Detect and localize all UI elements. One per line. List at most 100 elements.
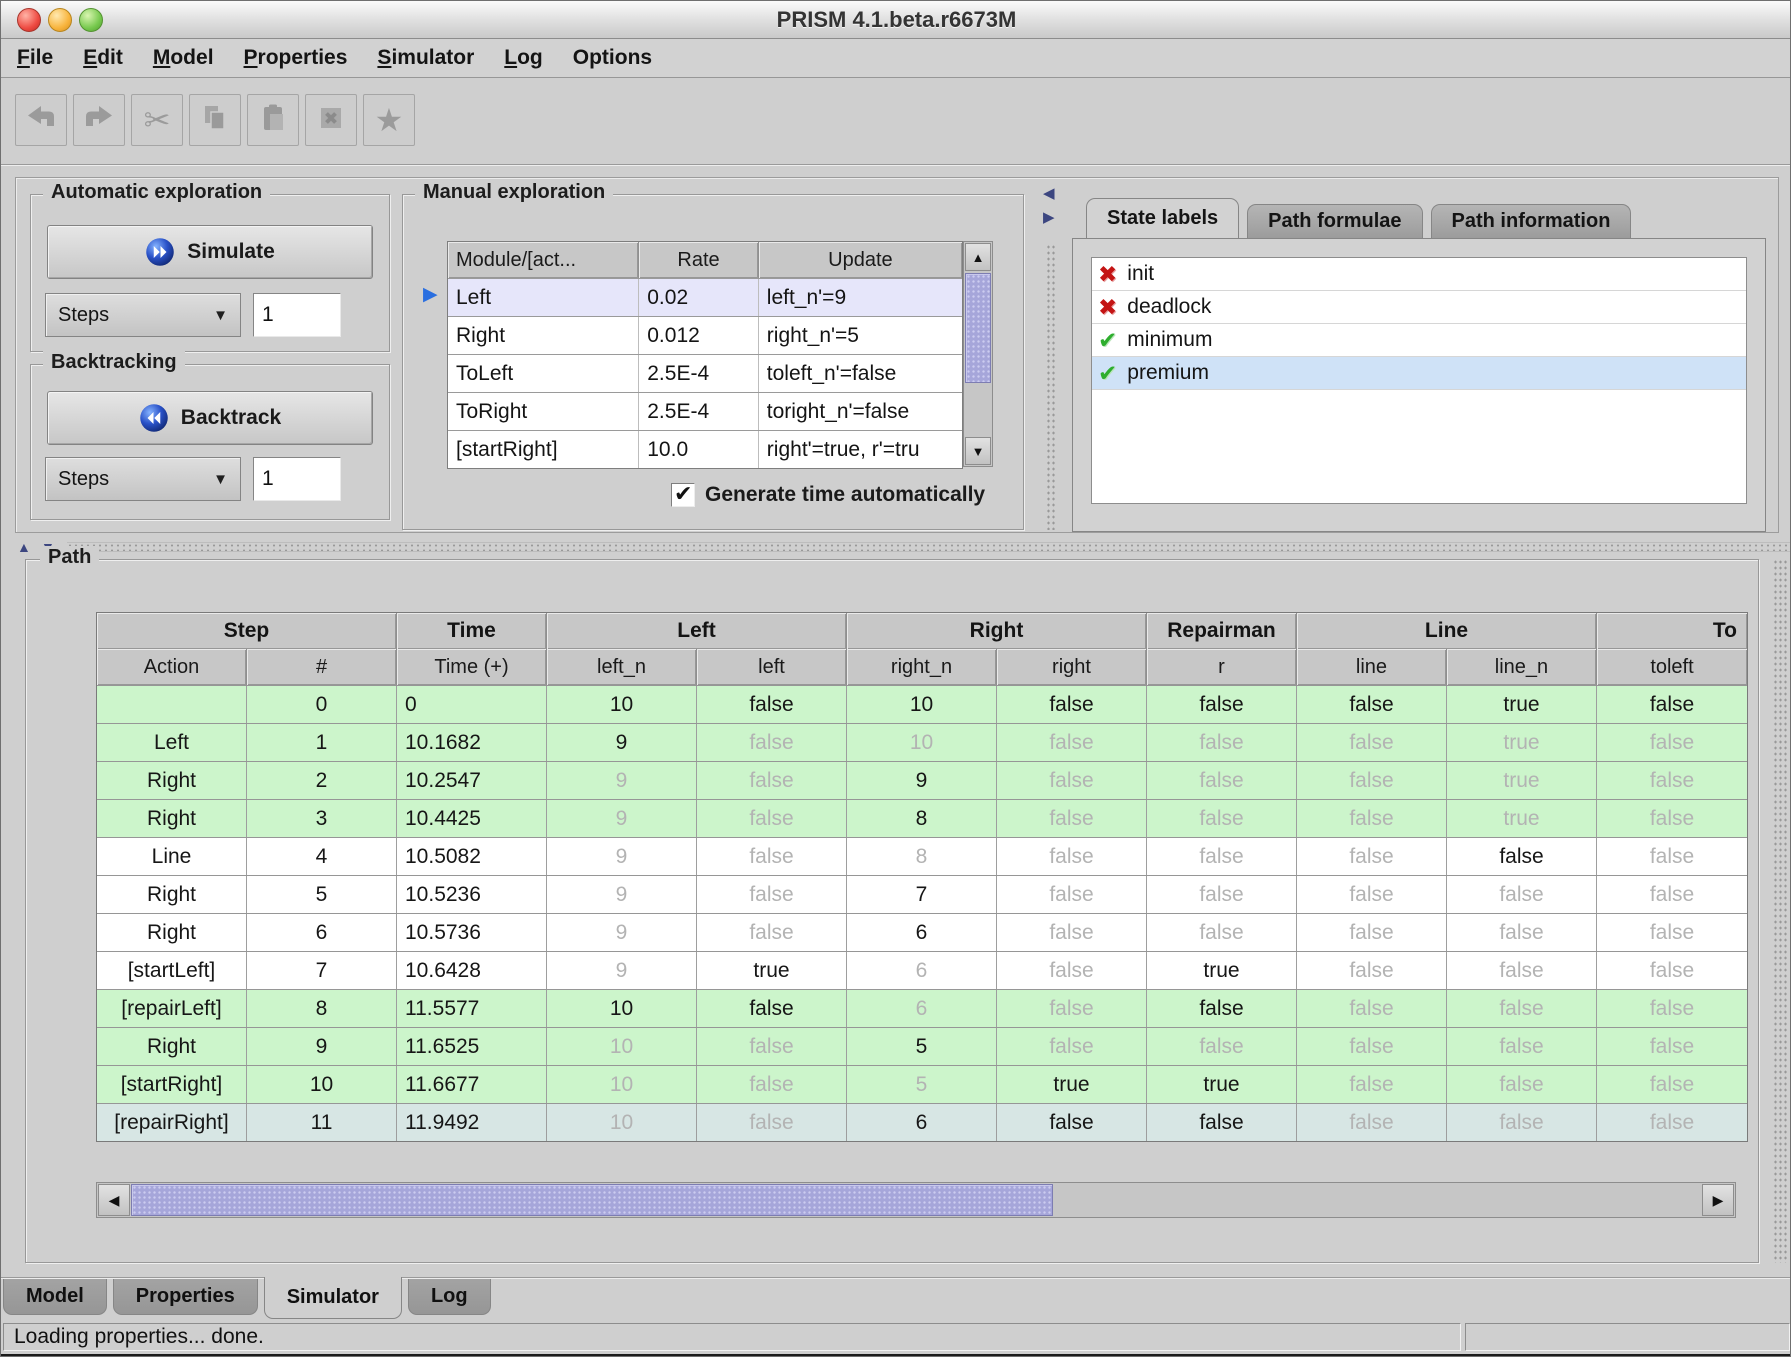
path-cell: false — [1297, 686, 1447, 723]
tab-state-labels[interactable]: State labels — [1086, 198, 1239, 238]
tab-simulator[interactable]: Simulator — [264, 1277, 402, 1319]
menu-item-properties[interactable]: Properties — [244, 46, 348, 70]
path-cell: false — [1447, 1066, 1597, 1103]
simulate-steps-select[interactable]: Steps ▼ — [45, 293, 241, 337]
path-row[interactable]: [startLeft]710.64289true6falsetruefalsef… — [97, 951, 1747, 989]
path-cell: false — [697, 1028, 847, 1065]
state-label-row[interactable]: ✔premium — [1092, 357, 1746, 390]
simulate-steps-input[interactable] — [253, 293, 341, 337]
generate-time-checkbox[interactable] — [671, 483, 695, 507]
menu-item-edit[interactable]: Edit — [83, 46, 123, 70]
path-cell: 7 — [847, 876, 997, 913]
path-horizontal-scrollbar[interactable]: ◀ ▶ — [96, 1182, 1736, 1218]
state-label-name: premium — [1127, 361, 1209, 385]
backtrack-steps-input[interactable] — [253, 457, 341, 501]
collapse-right-icon[interactable]: ▶ — [1043, 208, 1055, 226]
path-cell: 10 — [547, 1028, 697, 1065]
state-label-row[interactable]: ✔minimum — [1092, 324, 1746, 357]
state-label-row[interactable]: ✖init — [1092, 258, 1746, 291]
close-window-button[interactable] — [17, 8, 41, 32]
status-secondary-cell — [1465, 1323, 1790, 1351]
menu-item-options[interactable]: Options — [573, 46, 652, 70]
scroll-left-button[interactable]: ◀ — [98, 1184, 130, 1216]
simulate-button[interactable]: Simulate — [47, 225, 373, 279]
path-group-header: Repairman — [1147, 613, 1297, 649]
path-cell: false — [1297, 1028, 1447, 1065]
path-group-header: Line — [1297, 613, 1597, 649]
path-row[interactable]: Right911.652510false5falsefalsefalsefals… — [97, 1027, 1747, 1065]
tab-path-information[interactable]: Path information — [1431, 204, 1632, 238]
tab-log[interactable]: Log — [408, 1279, 491, 1315]
cut-scissors-icon: ✂ — [144, 104, 171, 136]
path-cell: true — [1147, 1066, 1297, 1103]
menu-item-log[interactable]: Log — [504, 46, 542, 70]
minimize-window-button[interactable] — [48, 8, 72, 32]
copy-pages-button[interactable] — [189, 94, 241, 146]
path-row[interactable]: Right310.44259false8falsefalsefalsetruef… — [97, 799, 1747, 837]
path-cell: false — [1297, 1066, 1447, 1103]
collapse-up-icon[interactable]: ▲ — [17, 539, 31, 555]
path-cell: Right — [97, 914, 247, 951]
scroll-down-button[interactable]: ▼ — [965, 437, 991, 465]
path-row[interactable]: [repairRight]1111.949210false6falsefalse… — [97, 1103, 1747, 1141]
path-column-header: line_n — [1447, 649, 1597, 685]
star-button[interactable]: ★ — [363, 94, 415, 146]
manual-table-vertical-scrollbar[interactable]: ▲ ▼ — [963, 241, 993, 467]
splitter-grip[interactable] — [1046, 244, 1056, 530]
path-cell: false — [1147, 876, 1297, 913]
path-cell: Line — [97, 838, 247, 875]
delete-box-button[interactable] — [305, 94, 357, 146]
path-cell: 9 — [547, 952, 697, 989]
path-cell: false — [1597, 838, 1747, 875]
path-row[interactable]: [startRight]1011.667710false5truetruefal… — [97, 1065, 1747, 1103]
path-row[interactable]: Right610.57369false6falsefalsefalsefalse… — [97, 913, 1747, 951]
backtrack-steps-select[interactable]: Steps ▼ — [45, 457, 241, 501]
menu-item-simulator[interactable]: Simulator — [377, 46, 474, 70]
manual-row[interactable]: Right0.012right_n'=5 — [448, 316, 962, 354]
undo-arrow-button[interactable] — [15, 94, 67, 146]
tab-model[interactable]: Model — [3, 1279, 107, 1315]
manual-row[interactable]: [startRight]10.0right'=true, r'=tru — [448, 430, 962, 468]
path-cell: 10.5082 — [397, 838, 547, 875]
path-cell: false — [1447, 838, 1597, 875]
scrollbar-thumb[interactable] — [965, 273, 991, 383]
path-row[interactable]: [repairLeft]811.557710false6falsefalsefa… — [97, 989, 1747, 1027]
cut-scissors-button[interactable]: ✂ — [131, 94, 183, 146]
path-row[interactable]: Right510.52369false7falsefalsefalsefalse… — [97, 875, 1747, 913]
state-label-row[interactable]: ✖deadlock — [1092, 291, 1746, 324]
path-cell: true — [697, 952, 847, 989]
menu-item-file[interactable]: File — [17, 46, 53, 70]
path-row[interactable]: Line410.50829false8falsefalsefalsefalsef… — [97, 837, 1747, 875]
path-cell: false — [997, 1028, 1147, 1065]
scroll-right-button[interactable]: ▶ — [1702, 1184, 1734, 1216]
path-cell: false — [997, 838, 1147, 875]
path-cell — [97, 686, 247, 723]
manual-row[interactable]: ToLeft2.5E-4toleft_n'=false — [448, 354, 962, 392]
generate-time-row: Generate time automatically — [671, 483, 985, 507]
path-row[interactable]: Right210.25479false9falsefalsefalsetruef… — [97, 761, 1747, 799]
backtrack-button[interactable]: Backtrack — [47, 391, 373, 445]
scrollbar-thumb[interactable] — [131, 1184, 1053, 1216]
collapse-left-icon[interactable]: ◀ — [1043, 184, 1055, 202]
tab-properties[interactable]: Properties — [113, 1279, 258, 1315]
scroll-up-button[interactable]: ▲ — [965, 243, 991, 271]
tab-path-formulae[interactable]: Path formulae — [1247, 204, 1422, 238]
automatic-exploration-title: Automatic exploration — [43, 181, 270, 204]
state-tab-pane: State labelsPath formulae Path informatio… — [1072, 198, 1766, 532]
paste-clipboard-button[interactable] — [247, 94, 299, 146]
path-row[interactable]: 0010false10falsefalsefalsetruefalse — [97, 685, 1747, 723]
menu-item-model[interactable]: Model — [153, 46, 214, 70]
splitter-grip[interactable] — [67, 542, 1790, 552]
path-subheader-row: Action#Time (+)left_nleftright_nrightrli… — [97, 649, 1747, 685]
path-cell: false — [1447, 1028, 1597, 1065]
manual-row[interactable]: ToRight2.5E-4toright_n'=false — [448, 392, 962, 430]
path-row[interactable]: Left110.16829false10falsefalsefalsetruef… — [97, 723, 1747, 761]
redo-arrow-button[interactable] — [73, 94, 125, 146]
manual-row[interactable]: Left0.02left_n'=9 — [448, 278, 962, 316]
path-cell: 2 — [247, 762, 397, 799]
horizontal-splitter[interactable]: ▲ ▼ — [1, 539, 1791, 555]
path-table-body: 0010false10falsefalsefalsetruefalseLeft1… — [97, 685, 1747, 1141]
zoom-window-button[interactable] — [79, 8, 103, 32]
right-splitter-grip[interactable] — [1773, 559, 1787, 1263]
vertical-splitter[interactable]: ◀ ▶ — [1042, 182, 1060, 530]
